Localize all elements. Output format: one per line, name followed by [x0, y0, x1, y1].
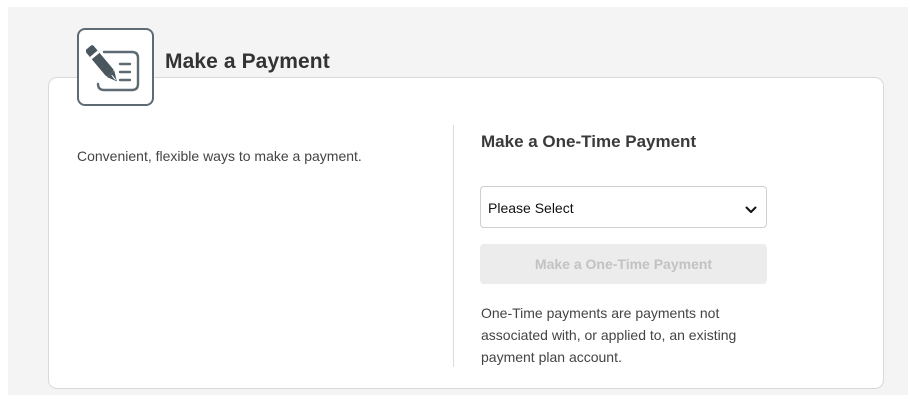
payment-type-select[interactable]: Please Select: [480, 186, 767, 228]
make-one-time-payment-button[interactable]: Make a One-Time Payment: [480, 244, 767, 284]
payment-pen-icon: [77, 28, 154, 106]
card-title: Make a Payment: [165, 50, 330, 73]
chevron-down-icon: [745, 202, 757, 220]
one-time-payment-note: One-Time payments are payments not assoc…: [481, 305, 737, 365]
one-time-payment-heading: Make a One-Time Payment: [481, 132, 697, 151]
select-value: Please Select: [488, 200, 574, 216]
column-divider: [453, 125, 454, 367]
card-description: Convenient, flexible ways to make a paym…: [77, 148, 362, 164]
